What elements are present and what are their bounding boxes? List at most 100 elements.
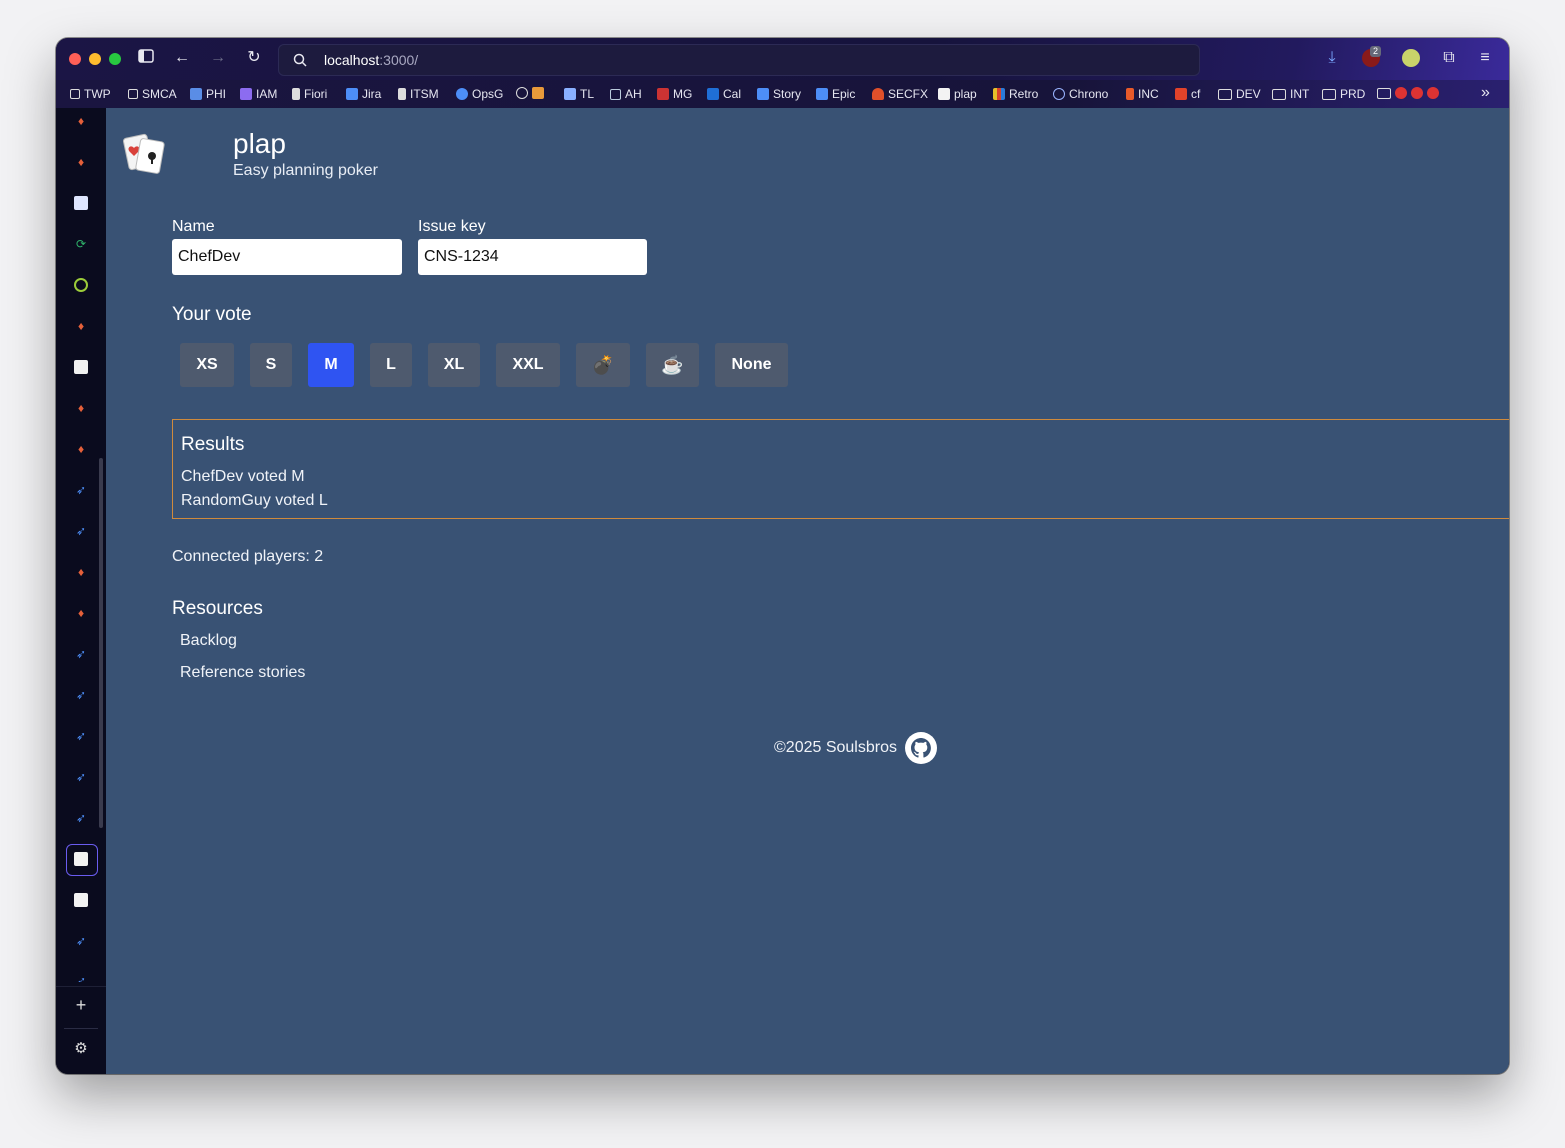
- folder-icon: [1322, 88, 1336, 100]
- bookmark-phi[interactable]: PHI: [190, 87, 226, 101]
- vote-button-xxl[interactable]: XXL: [496, 343, 560, 387]
- tab-icon-flame[interactable]: ♦: [74, 401, 88, 415]
- bookmark-folder-misc[interactable]: [1377, 87, 1443, 99]
- bookmark-folder-prd[interactable]: PRD: [1322, 87, 1365, 101]
- tab-icon-jira[interactable]: ➶: [74, 770, 88, 784]
- download-icon[interactable]: ⤓: [1321, 48, 1343, 68]
- tab-icon-jira[interactable]: ➶: [74, 524, 88, 538]
- browser-toolbar: ← → ↻ localhost:3000/ ⤓ 2 ⧉ ≡: [56, 38, 1509, 80]
- settings-gear-icon[interactable]: ⚙: [74, 1041, 88, 1056]
- address-bar[interactable]: localhost:3000/: [278, 44, 1200, 76]
- tab-icon-flame[interactable]: ♦: [74, 442, 88, 456]
- bookmark-retro[interactable]: Retro: [993, 87, 1038, 101]
- minimize-window-button[interactable]: [89, 53, 101, 65]
- reference-stories-link[interactable]: Reference stories: [180, 664, 305, 682]
- new-tab-plus-icon[interactable]: +: [74, 996, 88, 1014]
- hexagon-icon: [190, 88, 202, 100]
- tab-icon-jira[interactable]: ➶: [74, 974, 88, 982]
- reload-icon[interactable]: ↻: [243, 48, 265, 68]
- menu-icon[interactable]: ≡: [1474, 48, 1496, 68]
- tab-icon-jira[interactable]: ➶: [74, 688, 88, 702]
- tab-icon-flame[interactable]: ♦: [74, 114, 88, 128]
- bookmark-story[interactable]: Story: [757, 87, 801, 101]
- bookmark-cf[interactable]: cf: [1175, 87, 1200, 101]
- backlog-link[interactable]: Backlog: [180, 632, 237, 650]
- alarm-icon: [1427, 87, 1439, 99]
- forward-arrow-icon[interactable]: →: [207, 48, 229, 68]
- vote-button-xl[interactable]: XL: [428, 343, 480, 387]
- your-vote-heading: Your vote: [172, 304, 252, 325]
- copyright-text: ©2025 Soulsbros: [774, 739, 897, 756]
- issue-key-field[interactable]: CNS-1234: [418, 239, 647, 275]
- bookmarks-overflow-icon[interactable]: »: [1481, 84, 1490, 102]
- playing-cards-logo-icon: [122, 133, 165, 174]
- app-title: plap: [233, 128, 286, 159]
- tab-icon-flame[interactable]: ♦: [74, 606, 88, 620]
- vote-button-bomb[interactable]: 💣: [576, 343, 630, 387]
- bookmark-ah[interactable]: AH: [610, 87, 642, 101]
- globe-icon: [516, 87, 528, 99]
- bookmark-jira[interactable]: Jira: [346, 87, 381, 101]
- tab-icon-flame[interactable]: ♦: [74, 319, 88, 333]
- vertical-tabs-sidebar: ♦ ♦ ⟳ ♦ ♦ ♦ ➶ ➶ ♦ ♦ ➶ ➶ ➶ ➶ ➶ ➶ ➶ + ⚙: [56, 108, 106, 1074]
- tab-icon-cards[interactable]: [74, 893, 88, 907]
- app-page: plap Easy planning poker Name ChefDev Is…: [106, 108, 1509, 1074]
- vote-button-xs[interactable]: XS: [180, 343, 234, 387]
- connected-players: Connected players: 2: [172, 548, 324, 565]
- tab-icon-jira[interactable]: ➶: [74, 934, 88, 948]
- folder-icon: [1218, 88, 1232, 100]
- tab-icon-jira[interactable]: ➶: [74, 811, 88, 825]
- alarm-icon: [1395, 87, 1407, 99]
- tab-icon-jira[interactable]: ➶: [74, 647, 88, 661]
- bookmark-itsm[interactable]: ITSM: [398, 87, 439, 101]
- bookmark-opsg[interactable]: OpsG: [456, 87, 503, 101]
- app-subtitle: Easy planning poker: [233, 162, 378, 179]
- bookmark-secfx[interactable]: SECFX: [872, 87, 928, 101]
- tab-icon-doc[interactable]: [74, 360, 88, 374]
- tab-icon-cards[interactable]: [74, 852, 88, 866]
- tab-icon-flame[interactable]: ♦: [74, 155, 88, 169]
- tab-icon-refresh[interactable]: ⟳: [74, 237, 88, 251]
- tab-icon-flame[interactable]: ♦: [74, 565, 88, 579]
- bookmark-cal[interactable]: Cal: [707, 87, 741, 101]
- mg-icon: [657, 88, 669, 100]
- vote-button-none[interactable]: None: [715, 343, 788, 387]
- extension-icon[interactable]: [1402, 49, 1420, 67]
- bookmarks-bar: TWP SMCA PHI IAM Fiori Jira ITSM OpsG TL…: [56, 80, 1509, 108]
- tab-icon-jira[interactable]: ➶: [74, 729, 88, 743]
- sidebar-scrollbar[interactable]: [99, 458, 103, 828]
- tab-icon-ring[interactable]: [74, 278, 88, 292]
- bookmark-inc[interactable]: INC: [1126, 87, 1159, 101]
- tab-icon-tool[interactable]: [74, 196, 88, 210]
- vote-button-l[interactable]: L: [370, 343, 412, 387]
- vote-button-m[interactable]: M: [308, 343, 354, 387]
- bookmark-plap[interactable]: plap: [938, 87, 977, 101]
- opsgenie-icon: [456, 88, 468, 100]
- back-arrow-icon[interactable]: ←: [171, 48, 193, 68]
- name-field[interactable]: ChefDev: [172, 239, 402, 275]
- retro-icon: [993, 88, 1005, 100]
- bookmark-fiori[interactable]: Fiori: [292, 87, 327, 101]
- bookmark-twp[interactable]: TWP: [70, 87, 111, 101]
- jira-icon: [346, 88, 358, 100]
- bookmark-folder-int[interactable]: INT: [1272, 87, 1309, 101]
- bookmark-globe[interactable]: [516, 87, 548, 99]
- chrono-icon: [1053, 88, 1065, 100]
- vote-button-s[interactable]: S: [250, 343, 292, 387]
- bookmark-epic[interactable]: Epic: [816, 87, 855, 101]
- bookmark-mg[interactable]: MG: [657, 87, 692, 101]
- tl-icon: [564, 88, 576, 100]
- extensions-puzzle-icon[interactable]: ⧉: [1438, 48, 1460, 68]
- sidebar-toggle-icon[interactable]: [135, 49, 157, 69]
- close-window-button[interactable]: [69, 53, 81, 65]
- tab-icon-jira[interactable]: ➶: [74, 483, 88, 497]
- maximize-window-button[interactable]: [109, 53, 121, 65]
- bookmark-iam[interactable]: IAM: [240, 87, 277, 101]
- bookmark-chrono[interactable]: Chrono: [1053, 87, 1108, 101]
- bookmark-tl[interactable]: TL: [564, 87, 594, 101]
- github-icon[interactable]: [904, 732, 937, 764]
- triangle-icon: [240, 88, 252, 100]
- vote-button-coffee[interactable]: ☕: [646, 343, 699, 387]
- bookmark-folder-dev[interactable]: DEV: [1218, 87, 1261, 101]
- bookmark-smca[interactable]: SMCA: [128, 87, 177, 101]
